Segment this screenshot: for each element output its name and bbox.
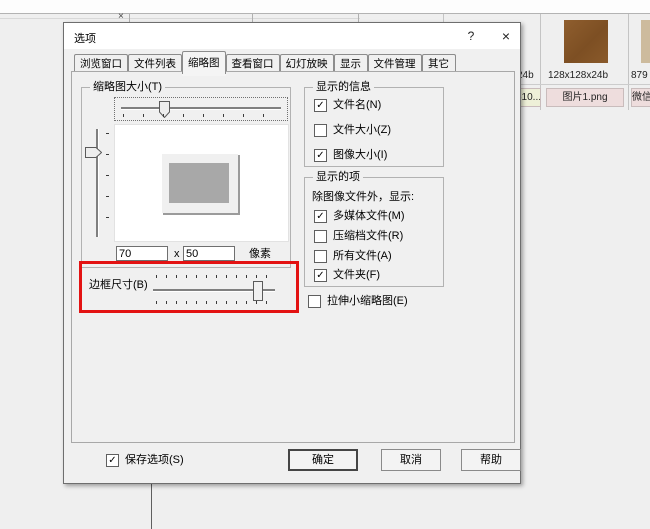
tab-thumbnails[interactable]: 缩略图 [182, 51, 226, 74]
checkbox-label: 所有文件(A) [333, 250, 392, 262]
checkbox-box[interactable]: ✓ [314, 149, 327, 162]
checkbox-archive-files[interactable]: 压缩档文件(R) [314, 230, 403, 243]
thumbnail-cell-border [628, 14, 629, 110]
thumbnail-image[interactable] [564, 20, 608, 63]
background-top-strip [0, 0, 650, 13]
times-label: x [174, 248, 180, 260]
checkbox-box[interactable]: ✓ [314, 210, 327, 223]
width-slider[interactable] [114, 97, 288, 121]
checkbox-save-options[interactable]: ✓ 保存选项(S) [106, 454, 184, 467]
border-size-label: 边框尺寸(B) [89, 279, 148, 291]
checkbox-filename[interactable]: ✓ 文件名(N) [314, 99, 381, 112]
thumbnail-image-partial[interactable] [641, 20, 650, 63]
checkbox-box[interactable]: ✓ [314, 99, 327, 112]
screen: × 24b 128x128x24b 879 510... 图片1.png 微信 … [0, 0, 650, 529]
background-tabbar-line [0, 18, 360, 19]
checkbox-label: 文件名(N) [333, 99, 382, 111]
checkbox-label: 拉伸小缩略图(E) [327, 295, 408, 307]
dialog-titlebar[interactable]: 选项 ? × [64, 23, 520, 49]
thumbnail-size-group-label: 缩略图大小(T) [90, 81, 166, 94]
checkbox-stretch-small-thumbnails[interactable]: 拉伸小缩略图(E) [308, 295, 408, 308]
displayed-items-group-label: 显示的项 [313, 171, 363, 184]
height-slider-ticks [106, 133, 109, 235]
background-tab-close-icon[interactable]: × [118, 12, 124, 22]
checkbox-filesize[interactable]: 文件大小(Z) [314, 124, 391, 137]
checkbox-box[interactable] [314, 124, 327, 137]
background-tab-separator [252, 14, 253, 22]
checkbox-label: 多媒体文件(M) [333, 210, 405, 222]
checkbox-label: 压缩档文件(R) [333, 230, 404, 242]
checkbox-multimedia-files[interactable]: ✓ 多媒体文件(M) [314, 210, 405, 223]
checkbox-label: 文件夹(F) [333, 269, 381, 281]
border-size-slider-ticks-top [156, 275, 274, 278]
background-pane-divider [151, 484, 152, 529]
thumbnail-filename[interactable]: 图片1.png [546, 88, 624, 107]
thumbnail-width-input[interactable] [116, 246, 168, 261]
thumbnail-height-input[interactable] [183, 246, 235, 261]
options-dialog: 选项 ? × 浏览窗口 文件列表 缩略图 查看窗口 幻灯放映 显示 文件管理 其… [63, 22, 521, 484]
checkbox-label: 保存选项(S) [125, 454, 184, 466]
thumbnail-dimensions: 128x128x24b [548, 70, 609, 81]
border-size-slider-thumb[interactable] [253, 281, 263, 301]
checkbox-box[interactable] [314, 230, 327, 243]
close-icon[interactable]: × [496, 27, 516, 45]
height-slider-thumb[interactable] [85, 147, 102, 158]
checkbox-box[interactable]: ✓ [106, 454, 119, 467]
checkbox-box[interactable] [314, 250, 327, 263]
ok-button[interactable]: 确定 [288, 449, 358, 471]
background-tab-separator [358, 14, 359, 22]
border-size-slider-ticks-bottom [156, 301, 274, 304]
background-divider [0, 13, 650, 14]
checkbox-box[interactable] [308, 295, 321, 308]
checkbox-label: 图像大小(I) [333, 149, 388, 161]
checkbox-label: 文件大小(Z) [333, 124, 392, 136]
background-tab-separator [129, 14, 130, 22]
pixels-label: 像素 [249, 248, 271, 260]
checkbox-box[interactable]: ✓ [314, 269, 327, 282]
cancel-button[interactable]: 取消 [381, 449, 441, 471]
height-slider-track[interactable] [96, 129, 99, 237]
checkbox-all-files[interactable]: 所有文件(A) [314, 250, 392, 263]
thumbnail-dimensions: 879 [631, 70, 648, 81]
thumbnail-filename[interactable]: 微信 [631, 88, 650, 107]
thumbnail-preview-image [169, 163, 229, 203]
checkbox-imagesize[interactable]: ✓ 图像大小(I) [314, 149, 387, 162]
help-button[interactable]: 帮助 [461, 449, 521, 471]
width-slider-ticks [123, 114, 281, 117]
displayed-items-subtitle: 除图像文件外，显示: [312, 191, 415, 203]
checkbox-folders[interactable]: ✓ 文件夹(F) [314, 269, 380, 282]
help-icon[interactable]: ? [462, 28, 480, 44]
displayed-info-group-label: 显示的信息 [313, 81, 374, 94]
width-slider-track[interactable] [121, 107, 281, 110]
dialog-title: 选项 [74, 33, 96, 45]
